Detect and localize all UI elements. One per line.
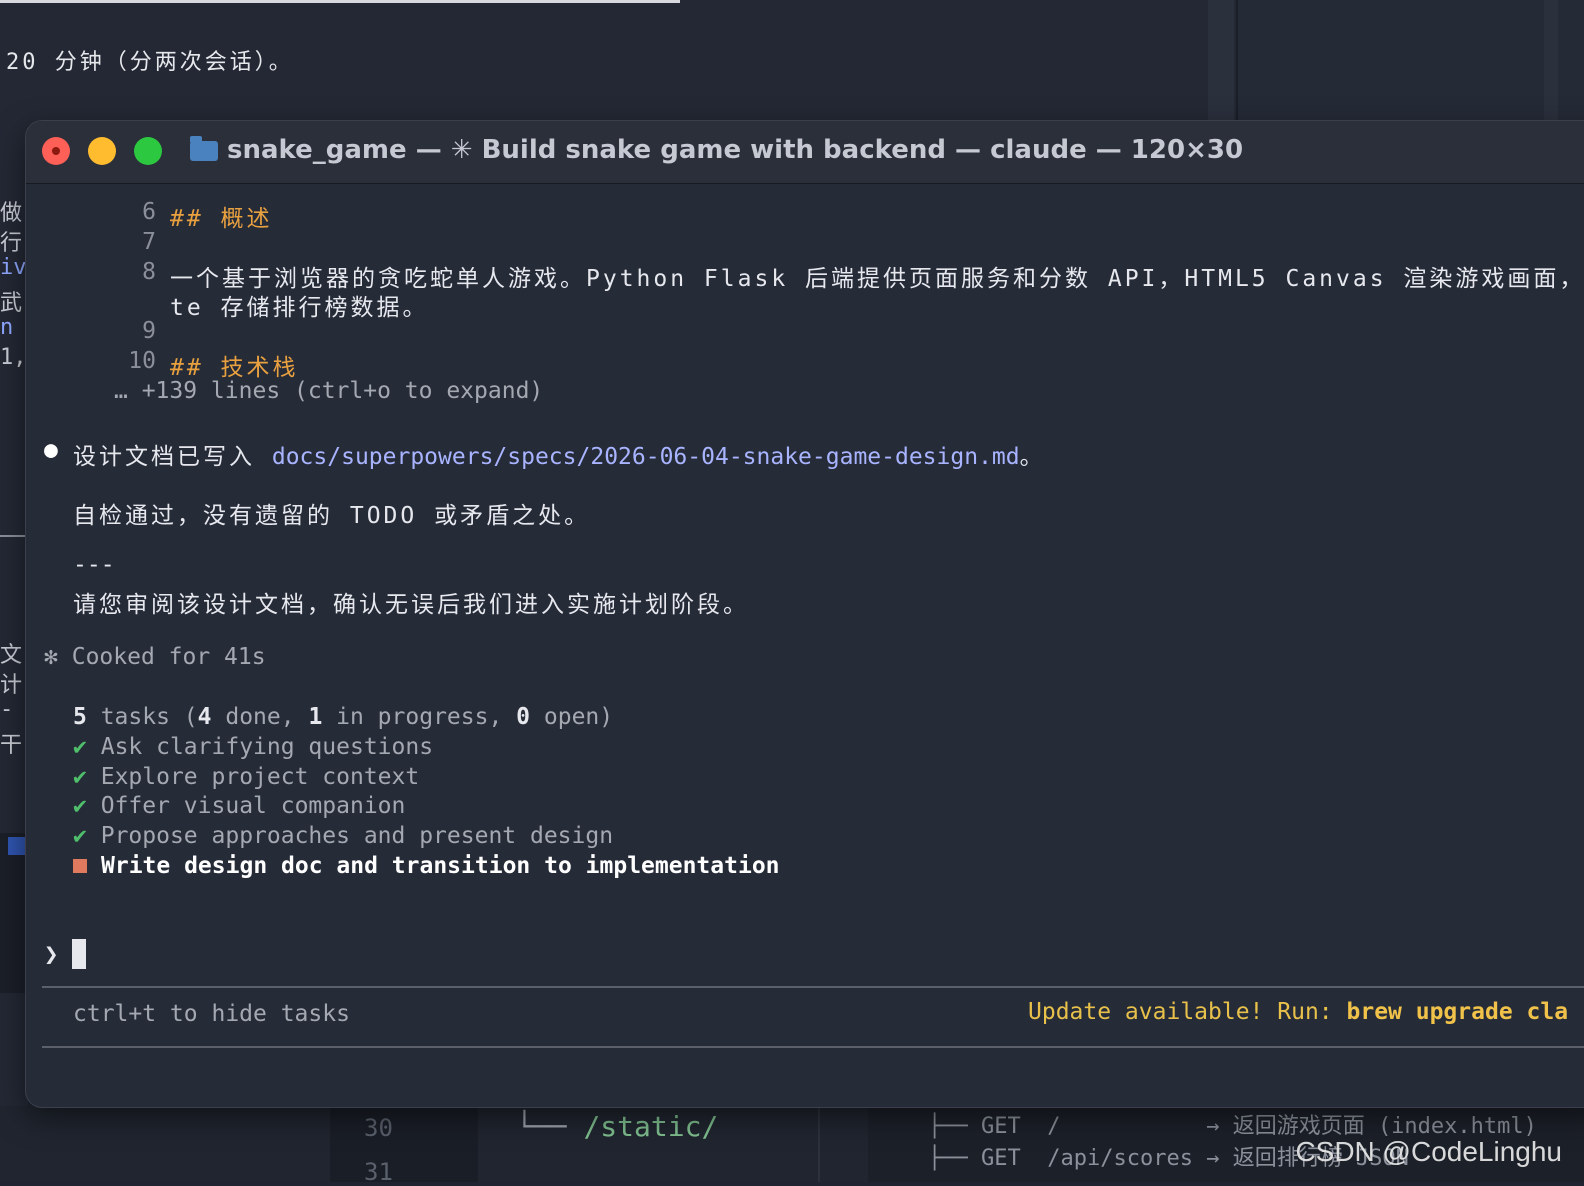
folder-icon [190, 136, 218, 161]
input-divider-bottom [42, 1046, 1584, 1048]
background-gutter [330, 1106, 478, 1182]
line-number: 6 [142, 199, 156, 225]
background-scrollbar-right[interactable] [1544, 0, 1558, 125]
check-icon: ✔ [73, 734, 87, 760]
task-item: ✔ Propose approaches and present design [73, 823, 613, 849]
cooked-text: Cooked for 41s [71, 644, 266, 670]
close-icon[interactable] [42, 137, 70, 165]
preview-heading: ## 技术栈 [170, 355, 299, 381]
update-prefix: Update available! Run: [1028, 999, 1347, 1025]
background-editor-left: 做 行 ive 武 n - 1, 文 计 - 干 [0, 125, 28, 1182]
tasks-text: in progress, [322, 704, 517, 730]
tasks-text: done, [211, 704, 309, 730]
doc-path-link[interactable]: docs/superpowers/specs/2026-06-04-snake-… [272, 444, 1020, 470]
expand-hint[interactable]: … +139 lines (ctrl+o to expand) [114, 378, 543, 404]
terminal-content: 6 ## 概述 7 8 一个基于浏览器的贪吃蛇单人游戏。Python Flask… [26, 183, 1584, 1107]
route-method: GET [981, 1114, 1021, 1139]
written-suffix: 。 [1019, 444, 1043, 470]
task-label: Write design doc and transition to imple… [101, 853, 780, 879]
background-fragment: 计 [0, 673, 23, 698]
background-fragment: 文 [0, 643, 23, 668]
background-marker [8, 837, 26, 855]
background-panel [0, 833, 28, 993]
tasks-progress-count: 1 [308, 704, 323, 730]
task-item: ✔ Explore project context [73, 764, 419, 790]
background-right-pane [1236, 0, 1584, 125]
route-path: / [1047, 1114, 1061, 1139]
separator: --- [73, 552, 115, 578]
hide-tasks-hint: ctrl+t to hide tasks [73, 1001, 350, 1027]
background-fragment: n - [0, 315, 28, 340]
window-title: snake_game — ✳ Build snake game with bac… [227, 135, 1244, 165]
line-number: 9 [142, 318, 156, 344]
tasks-text: open) [530, 704, 614, 730]
terminal-window: snake_game — ✳ Build snake game with bac… [26, 121, 1584, 1107]
line-number: 7 [142, 229, 156, 255]
star-icon: ✻ [44, 644, 58, 670]
task-label: Propose approaches and present design [100, 823, 614, 849]
route-path: /api/scores [1047, 1146, 1193, 1171]
route-glyph: ├── [928, 1146, 968, 1171]
title-bar[interactable]: snake_game — ✳ Build snake game with bac… [26, 121, 1584, 184]
background-fragment: - [0, 697, 14, 722]
preview-heading: ## 概述 [170, 206, 273, 232]
task-item: ✔ Ask clarifying questions [73, 734, 433, 760]
background-fragment: 行 [0, 231, 23, 256]
preview-line: te 存储排行榜数据。 [170, 295, 429, 321]
background-editor-top: 20 分钟（分两次会话）。 [0, 0, 1584, 125]
tree-path: /static/ [583, 1110, 719, 1143]
input-cursor[interactable] [72, 939, 86, 969]
tasks-total: 5 [73, 704, 87, 730]
check-icon: ✔ [73, 764, 87, 790]
in-progress-square-icon [73, 858, 87, 873]
prompt-chevron-icon: ❯ [44, 940, 59, 968]
tasks-summary: 5 tasks (4 done, 1 in progress, 0 open) [73, 704, 613, 730]
message-bullet: ● [44, 437, 58, 463]
task-item-in-progress: Write design doc and transition to imple… [73, 853, 780, 879]
route-glyph: ├── [928, 1114, 968, 1139]
update-notice: Update available! Run: brew upgrade cla [1028, 999, 1568, 1025]
background-tree-line: └── /static/ [516, 1110, 718, 1143]
written-line: 设计文档已写入 docs/superpowers/specs/2026-06-0… [73, 437, 1043, 471]
tasks-text: tasks ( [86, 704, 198, 730]
background-selection-bar [0, 0, 680, 3]
written-prefix: 设计文档已写入 [73, 444, 272, 470]
tasks-open-count: 0 [516, 704, 531, 730]
task-label: Offer visual companion [100, 793, 406, 819]
minimize-icon[interactable] [88, 137, 116, 165]
review-request: 请您审阅该设计文档，确认无误后我们进入实施计划阶段。 [73, 592, 749, 618]
background-fragment: 武 [0, 291, 23, 316]
background-top-text: 20 分钟（分两次会话）。 [6, 50, 294, 75]
status-line: ✻ Cooked for 41s [44, 644, 266, 670]
task-label: Ask clarifying questions [100, 734, 434, 760]
task-label: Explore project context [100, 764, 420, 790]
background-line-number: 30 [364, 1114, 393, 1142]
background-divider [0, 535, 28, 537]
input-divider-top [42, 986, 1584, 988]
update-command: brew upgrade cla [1346, 999, 1569, 1025]
check-icon: ✔ [73, 823, 87, 849]
self-check-text: 自检通过，没有遗留的 TODO 或矛盾之处。 [73, 503, 591, 529]
tasks-done-count: 4 [197, 704, 212, 730]
line-number: 8 [142, 259, 156, 285]
tree-glyph: └── [516, 1110, 567, 1143]
task-item: ✔ Offer visual companion [73, 793, 405, 819]
background-fragment: 干 [0, 733, 23, 758]
line-number: 10 [128, 348, 156, 374]
zoom-icon[interactable] [134, 137, 162, 165]
check-icon: ✔ [73, 793, 87, 819]
background-fragment: 1, [0, 345, 27, 370]
background-scrollbar[interactable] [1208, 0, 1234, 125]
background-fragment: ive [0, 255, 28, 280]
background-fragment: 做 [0, 201, 23, 226]
route-method: GET [981, 1146, 1021, 1171]
watermark: CSDN @CodeLinghu [1295, 1136, 1562, 1167]
